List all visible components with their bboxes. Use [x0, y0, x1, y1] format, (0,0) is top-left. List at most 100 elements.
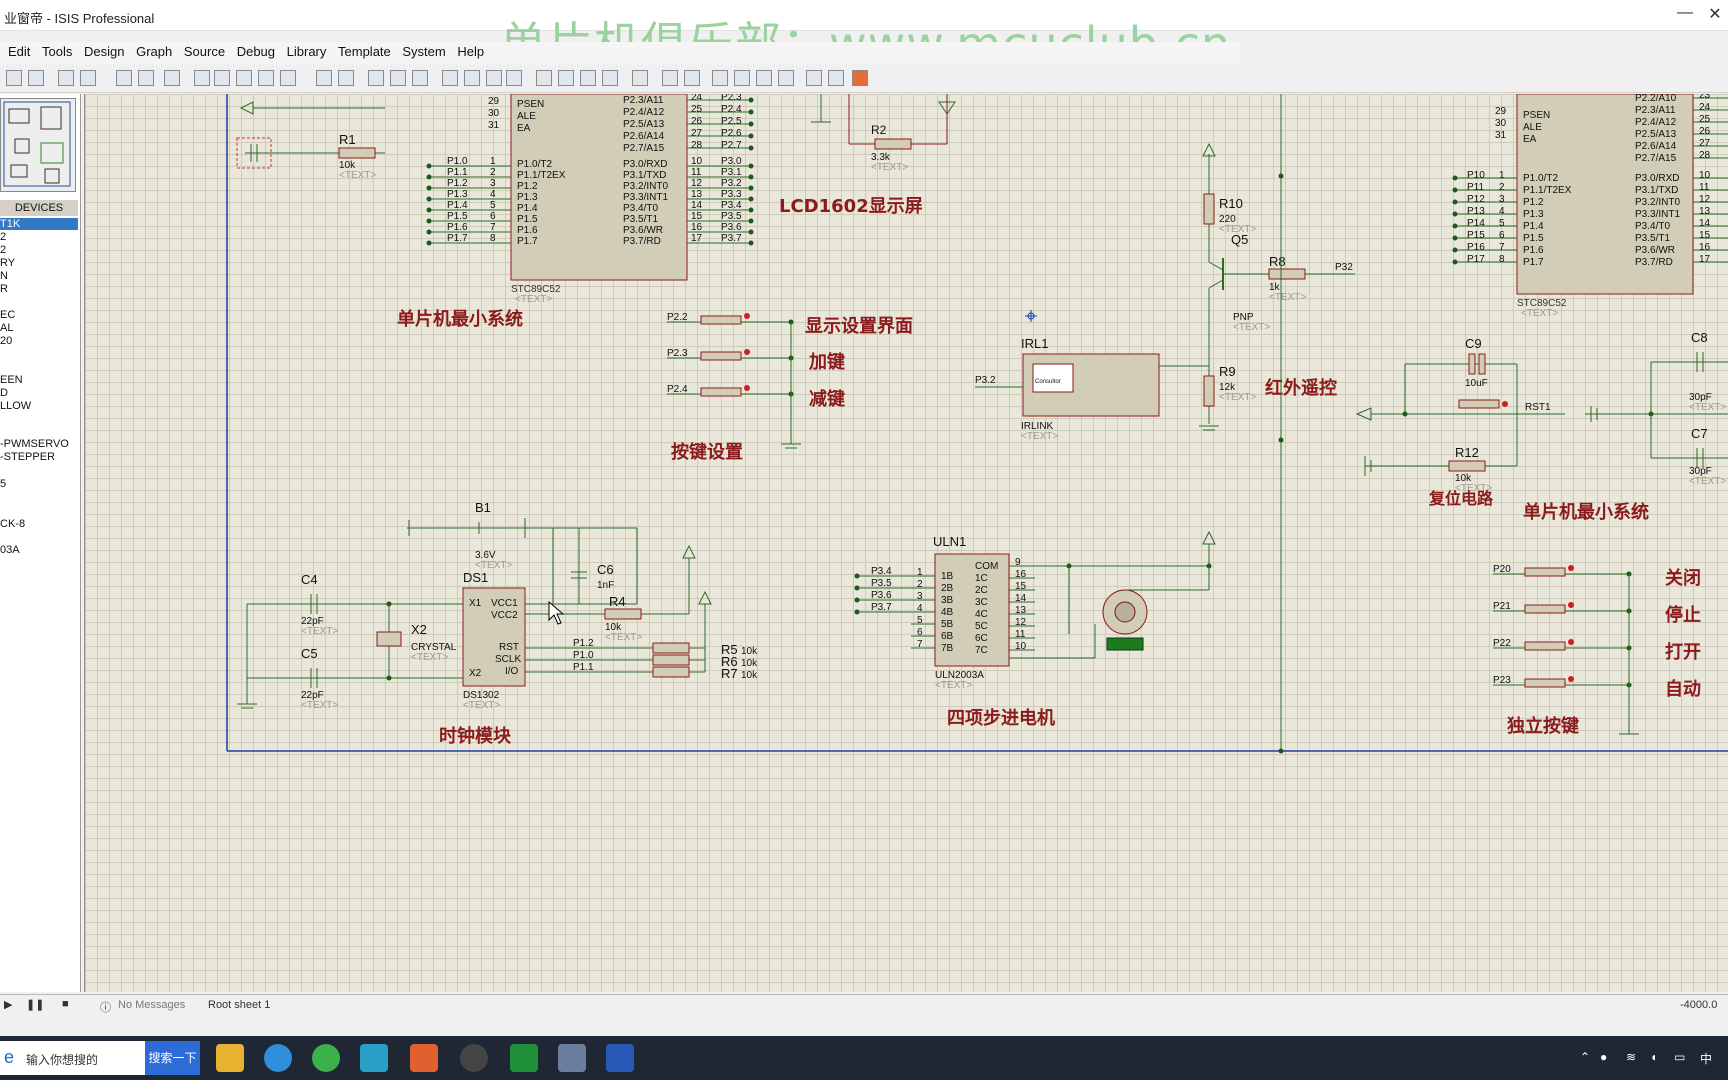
- ir-receiver[interactable]: Consultor IRL1 IRLINK <TEXT> P3.2: [975, 336, 1209, 442]
- overview-preview[interactable]: [0, 98, 76, 192]
- reset-circuit[interactable]: C9 10uF RST1 R12 10k <TEXT>: [1355, 336, 1565, 494]
- svg-text:Q5: Q5: [1231, 232, 1248, 247]
- device-item[interactable]: N: [0, 270, 8, 282]
- device-item[interactable]: EEN: [0, 374, 23, 386]
- bom-icon[interactable]: [778, 70, 794, 86]
- cut-icon[interactable]: [368, 70, 384, 86]
- menu-tools[interactable]: Tools: [34, 42, 72, 59]
- device-item[interactable]: CK-8: [0, 518, 25, 530]
- undo-icon[interactable]: [316, 70, 332, 86]
- menu-graph[interactable]: Graph: [128, 42, 172, 59]
- camera-icon[interactable]: [410, 1044, 438, 1072]
- print-area-icon[interactable]: [80, 70, 96, 86]
- paste-icon[interactable]: [412, 70, 428, 86]
- device-item[interactable]: 2: [0, 244, 6, 256]
- menu-library[interactable]: Library: [279, 42, 327, 59]
- menu-design[interactable]: Design: [76, 42, 124, 59]
- resistor-r2[interactable]: R2 3.3k <TEXT>: [811, 94, 956, 173]
- menu-debug[interactable]: Debug: [229, 42, 275, 59]
- menu-edit[interactable]: Edit: [0, 42, 30, 59]
- stepper-driver[interactable]: ULN1 ULN2003A <TEXT> 1 1B2 2B3 3B4 4B5 5B6 6B7…: [854, 530, 1216, 691]
- wifi-icon[interactable]: ≋: [1626, 1050, 1636, 1064]
- browser-icon[interactable]: [312, 1044, 340, 1072]
- device-item[interactable]: LLOW: [0, 400, 31, 412]
- device-item[interactable]: 5: [0, 478, 6, 490]
- zoom-area-icon[interactable]: [280, 70, 296, 86]
- block-rotate-icon[interactable]: [486, 70, 502, 86]
- clock-module[interactable]: X1 X2 VCC1 VCC2 RST SCLK I/O DS1 DS1302 …: [237, 500, 758, 711]
- save-icon[interactable]: [6, 70, 22, 86]
- device-item[interactable]: RY: [0, 257, 15, 269]
- wire-autorouter-icon[interactable]: [632, 70, 648, 86]
- key-group[interactable]: P2.2 P2.3 P2.4: [667, 312, 801, 449]
- mic-icon[interactable]: ●: [1600, 1050, 1607, 1064]
- stop-button[interactable]: ■: [62, 998, 69, 1010]
- menu-source[interactable]: Source: [176, 42, 225, 59]
- device-item[interactable]: EC: [0, 309, 15, 321]
- search-tag-icon[interactable]: [662, 70, 678, 86]
- block-move-icon[interactable]: [464, 70, 480, 86]
- ares-icon[interactable]: [852, 70, 868, 86]
- volume-icon[interactable]: ◖: [1650, 1050, 1657, 1064]
- block-copy-icon[interactable]: [442, 70, 458, 86]
- ime-indicator[interactable]: 中: [1700, 1050, 1712, 1067]
- menu-system[interactable]: System: [394, 42, 445, 59]
- netlist-icon[interactable]: [828, 70, 844, 86]
- crystal-caps-right[interactable]: C8 30pF <TEXT> C7 30pF <TEXT>: [1585, 330, 1728, 487]
- package-tool-icon[interactable]: [580, 70, 596, 86]
- close-button[interactable]: ✕: [1700, 4, 1728, 24]
- taskbar-search-button[interactable]: 搜索一下: [145, 1041, 200, 1075]
- device-item[interactable]: T1K: [0, 218, 78, 230]
- property-tool-icon[interactable]: [684, 70, 700, 86]
- erc-icon[interactable]: [806, 70, 822, 86]
- device-item[interactable]: 2: [0, 231, 6, 243]
- remove-sheet-icon[interactable]: [734, 70, 750, 86]
- refresh-icon[interactable]: [116, 70, 132, 86]
- device-item[interactable]: -STEPPER: [0, 451, 55, 463]
- play-button[interactable]: ▶: [4, 998, 12, 1011]
- zoom-out-icon[interactable]: [236, 70, 252, 86]
- device-item[interactable]: 20: [0, 335, 12, 347]
- origin-icon[interactable]: [164, 70, 180, 86]
- pause-button[interactable]: ❚❚: [26, 998, 44, 1011]
- mcu-right[interactable]: PSEN ALE EA 293031 STC89C52 <TEXT> P10 1 P…: [1452, 94, 1728, 319]
- print-icon[interactable]: [58, 70, 74, 86]
- grid-icon[interactable]: [138, 70, 154, 86]
- exit-parent-icon[interactable]: [756, 70, 772, 86]
- pan-icon[interactable]: [194, 70, 210, 86]
- keyboard-icon[interactable]: ▭: [1674, 1050, 1685, 1064]
- zoom-in-icon[interactable]: [214, 70, 230, 86]
- make-device-icon[interactable]: [558, 70, 574, 86]
- decompose-icon[interactable]: [602, 70, 618, 86]
- tray-up-icon[interactable]: ⌃: [1580, 1050, 1590, 1064]
- taskbar-search-input[interactable]: e 输入你想搜的: [0, 1041, 145, 1075]
- paint-icon[interactable]: [558, 1044, 586, 1072]
- pin-number: 4: [490, 189, 496, 200]
- device-item[interactable]: 03A: [0, 544, 20, 556]
- device-item[interactable]: -PWMSERVO: [0, 438, 69, 450]
- menu-template[interactable]: Template: [330, 42, 391, 59]
- menu-help[interactable]: Help: [449, 42, 484, 59]
- minimize-button[interactable]: —: [1670, 4, 1700, 22]
- independent-keys[interactable]: P20 P21 P22 P23: [1493, 564, 1639, 735]
- visio-icon[interactable]: [510, 1044, 538, 1072]
- pick-device-icon[interactable]: [536, 70, 552, 86]
- device-item[interactable]: R: [0, 283, 8, 295]
- block-delete-icon[interactable]: [506, 70, 522, 86]
- device-item[interactable]: D: [0, 387, 8, 399]
- file-explorer-icon[interactable]: [216, 1044, 244, 1072]
- redo-icon[interactable]: [338, 70, 354, 86]
- device-item[interactable]: AL: [0, 322, 13, 334]
- new-sheet-icon[interactable]: [712, 70, 728, 86]
- isis-icon[interactable]: [606, 1044, 634, 1072]
- search-app-icon[interactable]: [360, 1044, 388, 1072]
- obs-icon[interactable]: [460, 1044, 488, 1072]
- pin-net-label: P1.3: [447, 189, 468, 200]
- copy-icon[interactable]: [390, 70, 406, 86]
- save-all-icon[interactable]: [28, 70, 44, 86]
- schematic-canvas[interactable]: PSEN ALE EA 29 30 31 STC89C52 <TEXT> P1.0 1…: [84, 94, 1728, 992]
- edge-icon[interactable]: [264, 1044, 292, 1072]
- zoom-all-icon[interactable]: [258, 70, 274, 86]
- mcu-left[interactable]: PSEN ALE EA 293031 STC89C52 <TEXT> P1.0 1…: [426, 94, 754, 305]
- resistor-r1[interactable]: R1 10k <TEXT>: [236, 101, 385, 181]
